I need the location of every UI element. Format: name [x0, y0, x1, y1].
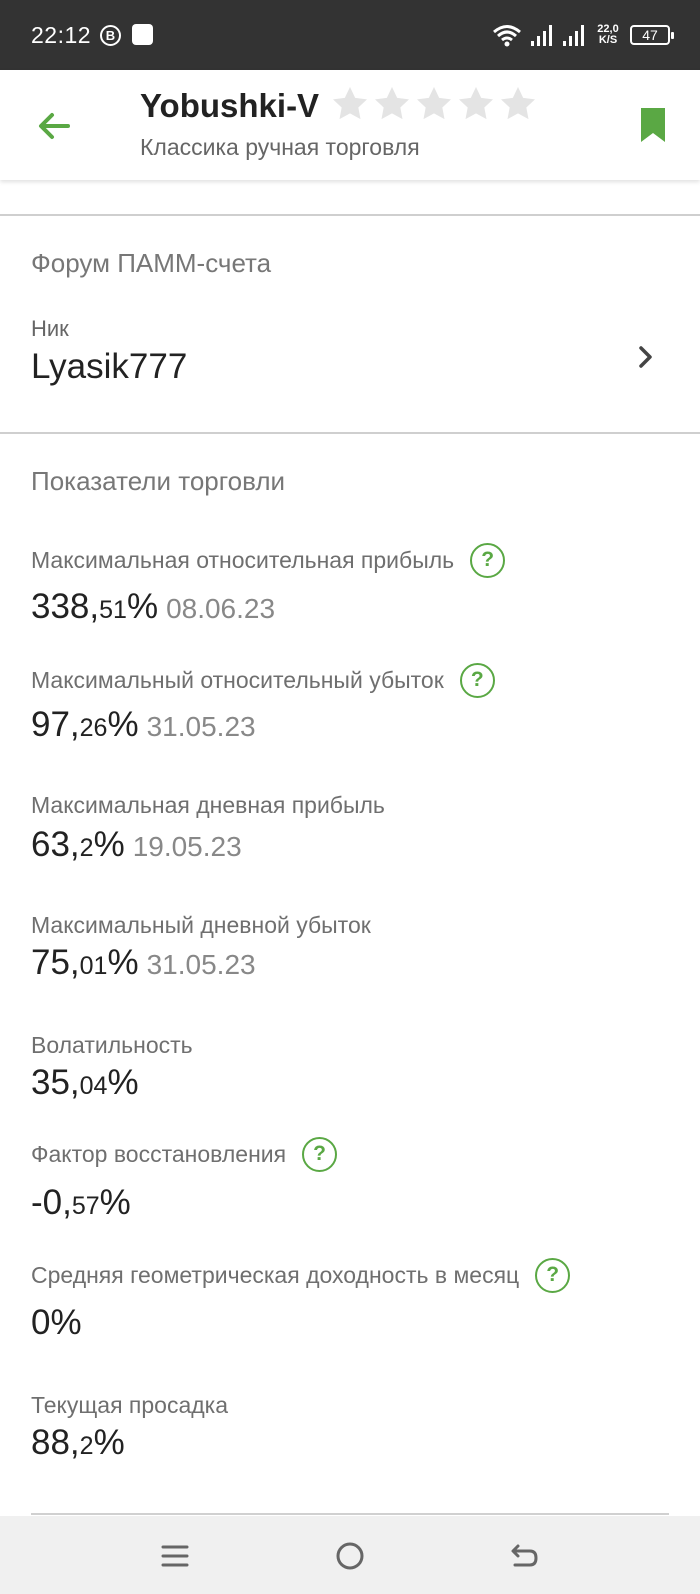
metric-int: -0, [31, 1183, 72, 1222]
metric-unit: % [107, 705, 139, 744]
metric-unit: % [50, 1303, 82, 1342]
status-bar: 22:12 B 22,0 K/S 47 [0, 0, 700, 70]
metric-unit: % [126, 587, 159, 626]
metric-value: 88,2% [31, 1423, 125, 1463]
wifi-icon [493, 25, 521, 47]
metric-int: 75, [31, 943, 80, 982]
metric-label: Текущая просадка [31, 1392, 228, 1419]
metric-dec: 51 [99, 596, 127, 624]
rating-stars [330, 84, 538, 124]
trading-section-title: Показатели торговли [31, 466, 286, 496]
metric-int: 35, [31, 1063, 80, 1102]
net-speed: 22,0 K/S [594, 24, 622, 46]
metric-value: 35,04% [31, 1063, 139, 1103]
metric-date: 31.05.23 [146, 711, 256, 742]
star-icon [417, 87, 451, 120]
system-nav-bar [0, 1516, 700, 1594]
metric-int: 97, [31, 705, 80, 744]
divider [0, 214, 700, 216]
star-icon [459, 87, 493, 120]
metric-label: Средняя геометрическая доходность в меся… [31, 1258, 571, 1293]
metric-label-text: Волатильность [31, 1032, 193, 1058]
metric-unit: % [107, 1063, 139, 1102]
battery-icon: 47 [630, 25, 674, 45]
help-icon[interactable]: ? [459, 663, 495, 698]
metric-date: 31.05.23 [146, 949, 256, 980]
divider [31, 1513, 669, 1515]
metric-int: 338, [31, 587, 100, 626]
metric-label: Фактор восстановления ? [31, 1137, 338, 1172]
metric-label-text: Фактор восстановления [31, 1141, 287, 1167]
page-subtitle: Классика ручная торговля [140, 134, 420, 160]
help-icon[interactable]: ? [535, 1258, 571, 1293]
notification-square-icon [132, 24, 153, 45]
metric-dec: 26 [79, 714, 108, 742]
menu-icon[interactable] [155, 1536, 195, 1576]
metric-dec: 2 [79, 834, 94, 862]
back-icon[interactable] [503, 1536, 543, 1576]
nick-value[interactable]: Lyasik777 [31, 347, 187, 387]
metric-dec: 01 [79, 952, 108, 980]
metric-dec: 2 [79, 1432, 94, 1460]
arrow-left-icon[interactable] [30, 102, 78, 150]
b-badge-icon: B [100, 25, 121, 46]
metric-label: Волатильность [31, 1032, 193, 1059]
net-speed-unit: K/S [598, 34, 618, 46]
metric-unit: % [107, 943, 139, 982]
metric-date: 08.06.23 [166, 593, 276, 624]
metric-label: Максимальный относительный убыток ? [31, 663, 495, 698]
nick-label: Ник [31, 316, 69, 341]
help-icon[interactable]: ? [470, 543, 506, 578]
metric-dec: 57 [71, 1192, 100, 1220]
app-header: Yobushki-V Классика ручная торговля [0, 70, 700, 180]
metric-unit: % [93, 825, 125, 864]
star-icon [375, 87, 409, 120]
chevron-right-icon[interactable] [630, 340, 660, 374]
divider [0, 432, 700, 434]
help-icon[interactable]: ? [302, 1137, 338, 1172]
metric-label-text: Средняя геометрическая доходность в меся… [31, 1262, 520, 1288]
metric-value: -0,57% [31, 1183, 131, 1223]
metric-label-text: Текущая просадка [31, 1392, 229, 1418]
metric-label-text: Максимальная относительная прибыль [31, 547, 455, 573]
metric-date: 19.05.23 [132, 831, 242, 862]
signal-icon [531, 25, 552, 46]
star-icon [333, 87, 367, 120]
page-title: Yobushki-V [140, 87, 320, 124]
signal-icon-2 [563, 25, 584, 46]
metric-label-text: Максимальная дневная прибыль [31, 792, 385, 818]
metric-value: 75,01% 31.05.23 [31, 943, 256, 983]
metric-dec: 04 [79, 1072, 108, 1100]
status-time: 22:12 [31, 22, 92, 48]
status-right: 22,0 K/S 47 [492, 18, 674, 52]
metric-value: 338,51% 08.06.23 [31, 587, 275, 627]
metric-int: 88, [31, 1423, 80, 1462]
metric-value: 0% [31, 1303, 82, 1343]
metric-unit: % [99, 1183, 131, 1222]
metric-int: 0 [31, 1303, 51, 1342]
home-circle-icon[interactable] [330, 1536, 370, 1576]
metric-int: 63, [31, 825, 80, 864]
forum-section-title: Форум ПАММ-счета [31, 248, 272, 278]
metric-label-text: Максимальный дневной убыток [31, 912, 371, 938]
star-icon [501, 87, 535, 120]
metric-label: Максимальная дневная прибыль [31, 792, 385, 819]
metric-label-text: Максимальный относительный убыток [31, 667, 444, 693]
metric-value: 63,2% 19.05.23 [31, 825, 242, 865]
bookmark-icon[interactable] [636, 106, 670, 144]
metric-value: 97,26% 31.05.23 [31, 705, 256, 745]
metric-label: Максимальная относительная прибыль ? [31, 543, 506, 578]
metric-unit: % [93, 1423, 125, 1462]
metric-label: Максимальный дневной убыток [31, 912, 371, 939]
